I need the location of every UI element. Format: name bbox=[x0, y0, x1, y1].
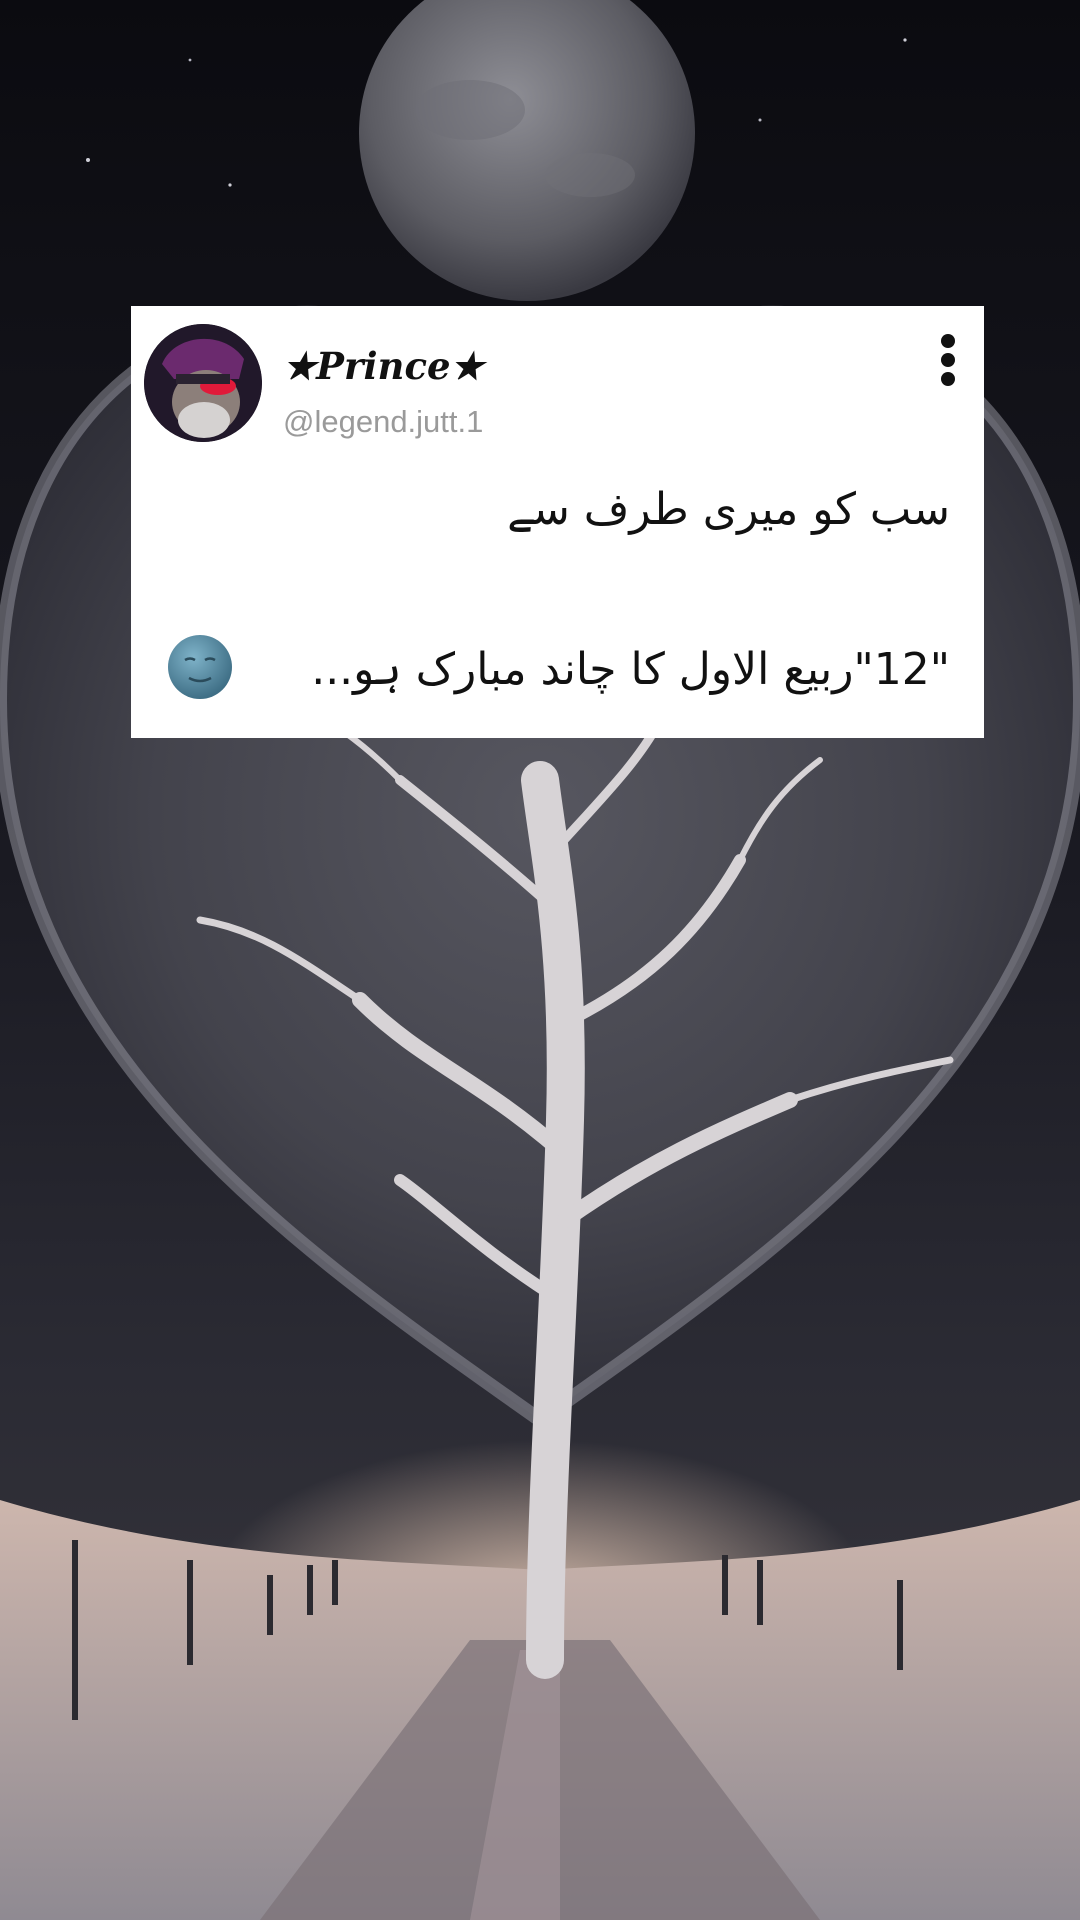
post-text-line-1: سب کو میری طرف سے bbox=[507, 484, 950, 535]
post-card[interactable]: ★Prince★ @legend.jutt.1 سب کو میری طرف س… bbox=[131, 306, 984, 738]
display-name[interactable]: ★Prince★ bbox=[283, 344, 484, 388]
post-text-line-2: "12"ربیع الاول کا چاند مبارک ہو... bbox=[311, 644, 950, 695]
username-handle[interactable]: @legend.jutt.1 bbox=[283, 404, 483, 440]
avatar-image bbox=[144, 324, 262, 442]
new-moon-face-emoji bbox=[168, 635, 232, 699]
avatar[interactable] bbox=[144, 324, 262, 442]
vertical-dots-icon[interactable] bbox=[936, 334, 960, 394]
background-scene bbox=[0, 0, 1080, 1920]
